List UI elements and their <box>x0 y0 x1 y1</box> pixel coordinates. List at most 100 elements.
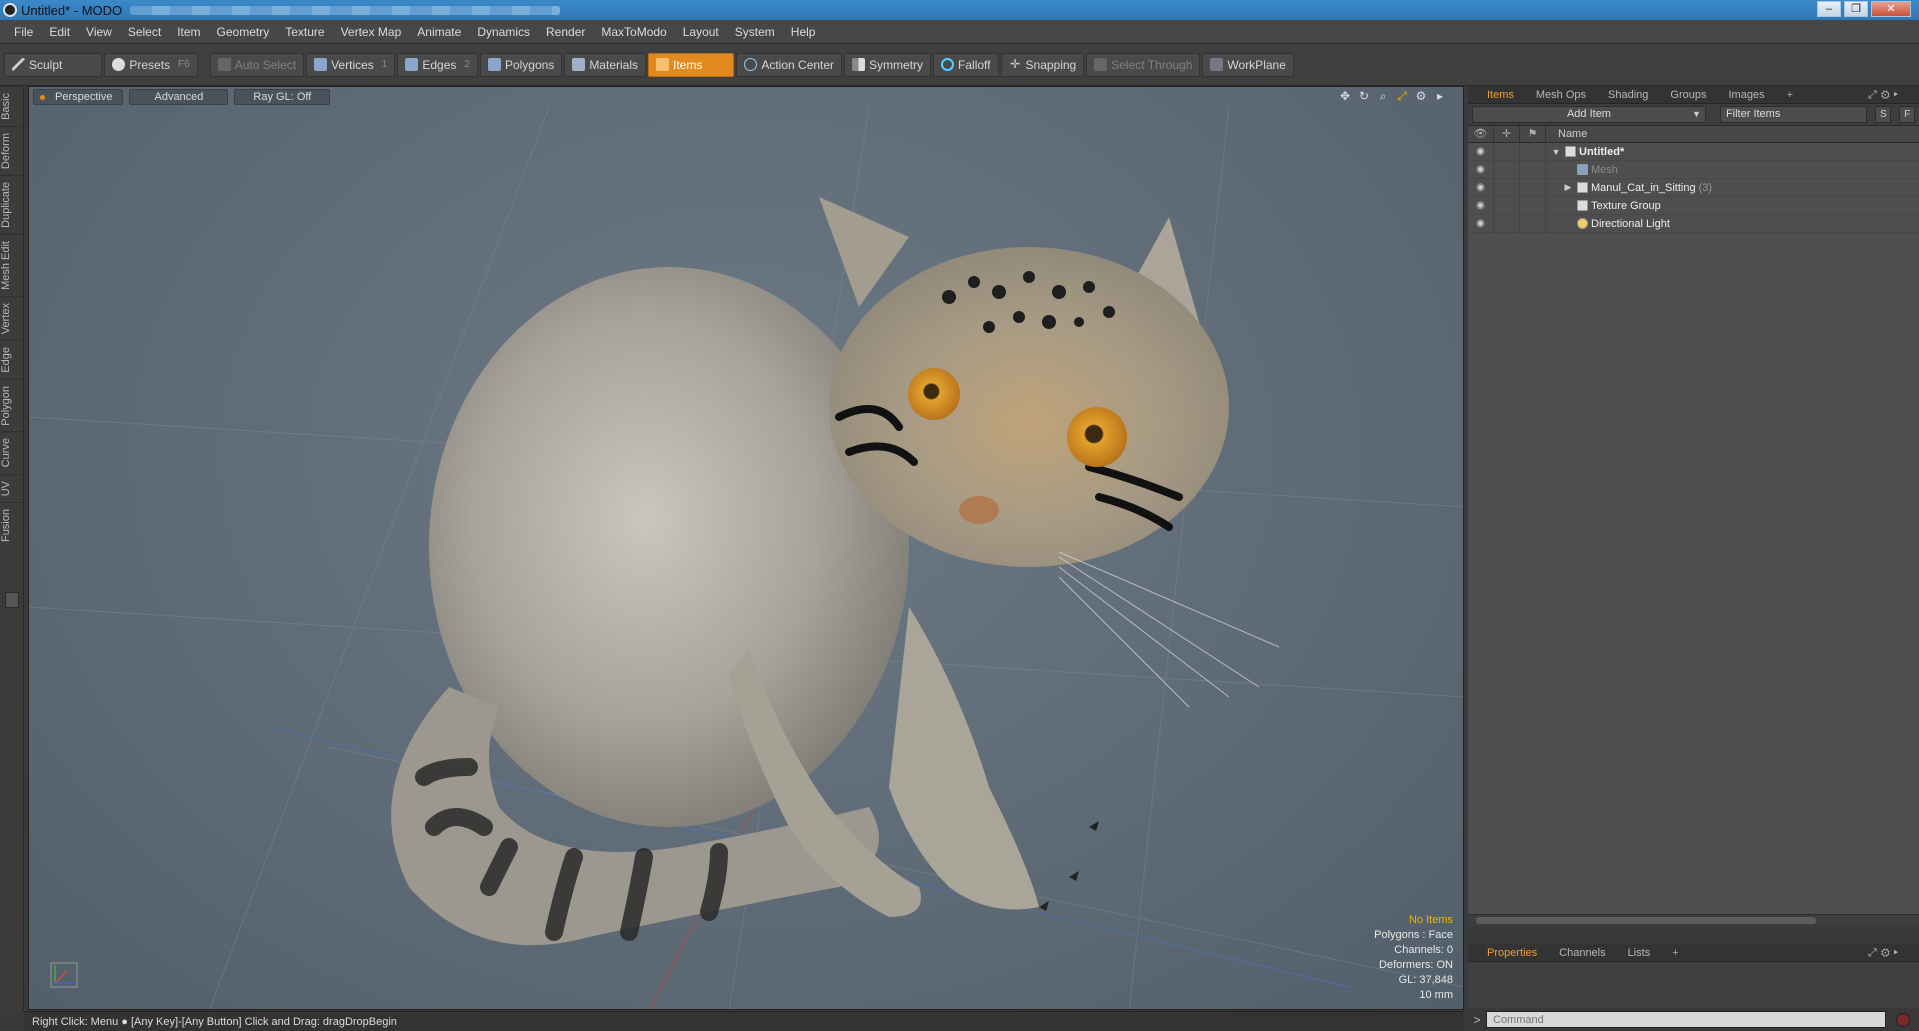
toolbox-toggle-button[interactable] <box>5 592 19 608</box>
maximize-button[interactable]: ❐ <box>1844 1 1868 17</box>
sculpt-button[interactable]: Sculpt <box>4 52 103 77</box>
tab-uv[interactable]: UV <box>0 473 22 503</box>
viewport-menu-icon[interactable]: ▸ <box>1433 89 1447 103</box>
falloff-label: Falloff <box>958 57 991 72</box>
command-history-icon[interactable]: > <box>1468 1013 1486 1027</box>
menu-texture[interactable]: Texture <box>277 20 332 44</box>
select-through-button[interactable]: Select Through <box>1086 52 1201 77</box>
filter-f-button[interactable]: F <box>1899 106 1916 123</box>
tab-shading[interactable]: Shading <box>1597 86 1659 104</box>
shading-dropdown[interactable]: Advanced <box>129 89 229 105</box>
symmetry-button[interactable]: Symmetry <box>844 52 932 77</box>
tree-row-cat[interactable]: ◉ ▶ Manul_Cat_in_Sitting (3) <box>1468 178 1919 197</box>
close-button[interactable]: ✕ <box>1871 1 1911 17</box>
fit-view-icon[interactable]: ⤢ <box>1395 89 1409 103</box>
visibility-column-icon[interactable]: 👁 <box>1468 125 1494 143</box>
menu-geometry[interactable]: Geometry <box>209 20 278 44</box>
tab-vertex[interactable]: Vertex <box>0 295 22 340</box>
presets-button[interactable]: Presets F6 <box>104 52 198 77</box>
brush-icon <box>12 58 25 71</box>
action-center-button[interactable]: Action Center <box>736 52 843 77</box>
tab-deform[interactable]: Deform <box>0 125 22 175</box>
tab-curve[interactable]: Curve <box>0 431 22 474</box>
tree-row-texture-group[interactable]: ◉ Texture Group <box>1468 196 1919 215</box>
filter-s-button[interactable]: S <box>1875 106 1892 123</box>
tree-row-scene[interactable]: ◉ ▼ Untitled* <box>1468 142 1919 161</box>
panel-options-icons[interactable]: ⤢⚙▸ <box>1857 86 1913 104</box>
viewport-settings-icon[interactable]: ⚙ <box>1414 89 1428 103</box>
items-button[interactable]: Items <box>648 52 735 77</box>
move-view-icon[interactable]: ✥ <box>1338 89 1352 103</box>
menu-bar: File Edit View Select Item Geometry Text… <box>0 20 1919 44</box>
filter-items-input[interactable]: Filter Items <box>1719 106 1868 123</box>
tab-basic[interactable]: Basic <box>0 86 22 126</box>
tab-mesh-ops[interactable]: Mesh Ops <box>1525 86 1597 104</box>
snapping-button[interactable]: ✛ Snapping <box>1000 52 1085 77</box>
menu-file[interactable]: File <box>6 20 41 44</box>
3d-viewport[interactable]: Perspective Advanced Ray GL: Off ✥ ↻ ⌕ ⤢… <box>28 86 1464 1010</box>
tab-polygon[interactable]: Polygon <box>0 378 22 432</box>
tab-groups[interactable]: Groups <box>1659 86 1717 104</box>
workplane-button[interactable]: WorkPlane <box>1202 52 1294 77</box>
command-input[interactable] <box>1486 1011 1886 1028</box>
tab-items[interactable]: Items <box>1476 86 1525 104</box>
tab-duplicate[interactable]: Duplicate <box>0 174 22 234</box>
menu-dynamics[interactable]: Dynamics <box>469 20 538 44</box>
name-column-header[interactable]: Name <box>1546 128 1587 140</box>
tree-row-light[interactable]: ◉ Directional Light <box>1468 214 1919 233</box>
add-item-dropdown[interactable]: Add Item ▼ <box>1472 106 1706 123</box>
cat-name: Manul_Cat_in_Sitting <box>1591 181 1696 194</box>
menu-select[interactable]: Select <box>120 20 169 44</box>
add-tab-icon[interactable]: + <box>1661 944 1689 962</box>
add-tab-icon[interactable]: + <box>1776 86 1804 104</box>
polygons-button[interactable]: Polygons <box>479 52 563 77</box>
tab-properties[interactable]: Properties <box>1476 944 1548 962</box>
eye-icon[interactable]: ◉ <box>1468 214 1494 233</box>
eye-icon[interactable]: ◉ <box>1468 178 1494 197</box>
zoom-view-icon[interactable]: ⌕ <box>1376 89 1390 103</box>
edges-button[interactable]: Edges 2 <box>397 52 478 77</box>
menu-system[interactable]: System <box>727 20 783 44</box>
auto-select-button[interactable]: Auto Select <box>209 52 305 77</box>
render-column-icon[interactable]: ⚑ <box>1520 125 1546 143</box>
menu-vertex-map[interactable]: Vertex Map <box>333 20 410 44</box>
tab-lists[interactable]: Lists <box>1617 944 1662 962</box>
menu-layout[interactable]: Layout <box>675 20 727 44</box>
minimize-button[interactable]: – <box>1817 1 1841 17</box>
eye-icon[interactable]: ◉ <box>1468 142 1494 161</box>
record-macro-icon[interactable] <box>1896 1012 1910 1027</box>
items-panel-tabs: Items Mesh Ops Shading Groups Images + ⤢… <box>1468 86 1919 104</box>
menu-maxtomodo[interactable]: MaxToModo <box>593 20 674 44</box>
tab-images[interactable]: Images <box>1718 86 1776 104</box>
tab-channels[interactable]: Channels <box>1548 944 1616 962</box>
tab-fusion[interactable]: Fusion <box>0 502 22 549</box>
texture-group-icon <box>1577 200 1588 211</box>
tree-row-mesh[interactable]: ◉ Mesh <box>1468 160 1919 179</box>
view-type-dropdown[interactable]: Perspective <box>33 89 124 105</box>
viewport-stats: No Items Polygons : Face Channels: 0 Def… <box>1374 913 1453 1003</box>
view-type-label: Perspective <box>55 91 113 103</box>
rotate-view-icon[interactable]: ↻ <box>1357 89 1371 103</box>
falloff-icon <box>941 58 955 71</box>
menu-view[interactable]: View <box>78 20 120 44</box>
horizontal-scrollbar[interactable] <box>1468 914 1919 926</box>
eye-icon[interactable]: ◉ <box>1468 196 1494 215</box>
lock-column-icon[interactable]: ✛ <box>1494 125 1520 143</box>
eye-icon[interactable]: ◉ <box>1468 160 1494 179</box>
materials-button[interactable]: Materials <box>564 52 646 77</box>
falloff-button[interactable]: Falloff <box>933 52 999 77</box>
menu-render[interactable]: Render <box>538 20 593 44</box>
presets-shortcut: F6 <box>178 59 190 70</box>
tab-mesh-edit[interactable]: Mesh Edit <box>0 233 22 296</box>
menu-edit[interactable]: Edit <box>41 20 78 44</box>
menu-item[interactable]: Item <box>169 20 208 44</box>
panel-options-icons[interactable]: ⤢⚙▸ <box>1857 944 1913 962</box>
raygl-toggle[interactable]: Ray GL: Off <box>234 89 331 105</box>
menu-animate[interactable]: Animate <box>409 20 469 44</box>
expand-arrow-icon[interactable]: ▶ <box>1562 182 1574 193</box>
scrollbar-thumb[interactable] <box>1476 917 1816 924</box>
vertices-button[interactable]: Vertices 1 <box>306 52 396 77</box>
expand-arrow-icon[interactable]: ▼ <box>1550 147 1562 157</box>
menu-help[interactable]: Help <box>783 20 824 44</box>
tab-edge[interactable]: Edge <box>0 339 22 379</box>
